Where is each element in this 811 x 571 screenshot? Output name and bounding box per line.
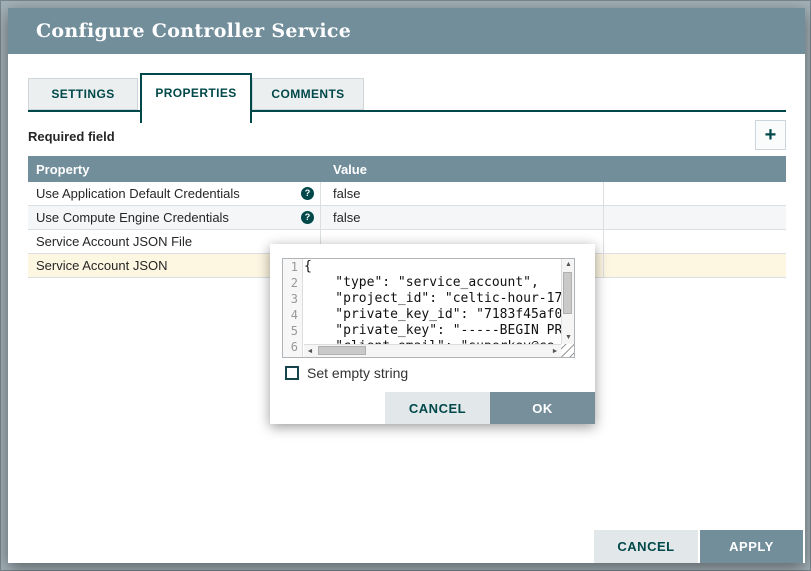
column-header-value: Value [333,161,367,177]
line-number: 1 [290,260,298,274]
property-value: false [333,186,361,201]
cancel-button[interactable]: CANCEL [594,530,698,563]
property-name: Service Account JSON File [36,234,193,249]
dialog-header: Configure Controller Service [8,8,805,54]
horizontal-scrollbar[interactable]: ◄ ► [304,344,561,357]
help-icon[interactable]: ? [301,211,314,224]
add-property-button[interactable]: + [755,120,786,150]
set-empty-string-label: Set empty string [307,365,409,381]
line-number: 4 [290,308,298,322]
property-table-header: Property Value [28,156,786,182]
scroll-left-icon[interactable]: ◄ [304,345,316,358]
row-filler [604,230,786,253]
value-cell[interactable]: false [321,182,604,205]
screen-background: { "colors": { "accent": "#004849", "slat… [0,0,811,571]
row-filler [604,254,786,277]
plus-icon: + [764,124,777,146]
scroll-down-icon[interactable]: ▼ [562,332,575,344]
line-number: 7 [283,355,302,357]
code-line: "private_key": "-----BEGIN PR [304,323,561,338]
code-line: "type": "service_account", [304,275,539,290]
vertical-scrollbar-thumb[interactable] [563,272,572,314]
line-number-gutter: 1 2 3 4 5 6 7 [283,259,303,357]
row-filler [604,182,786,205]
line-number: 5 [290,324,298,338]
editor-ok-button[interactable]: OK [490,392,595,424]
line-number: 3 [290,292,298,306]
code-line: "private_key_id": "7183f45af0 [304,307,561,322]
apply-button[interactable]: APPLY [700,530,803,563]
json-code-editor[interactable]: { "type": "service_account", "project_id… [304,259,561,344]
vertical-scrollbar[interactable]: ▲ ▼ [561,259,574,344]
set-empty-string-row: Set empty string [285,365,408,381]
scroll-right-icon[interactable]: ► [549,345,561,358]
value-cell[interactable]: false [321,206,604,229]
property-name: Use Application Default Credentials [36,186,240,201]
set-empty-string-checkbox[interactable] [285,366,299,380]
column-header-property: Property [36,161,90,177]
line-number: 2 [290,276,298,290]
property-name: Service Account JSON [36,258,168,273]
tab-properties-label: PROPERTIES [155,86,237,100]
line-number: 6 [290,340,298,354]
tab-comments-label: COMMENTS [271,87,345,101]
property-value: false [333,210,361,225]
property-cell: Use Application Default Credentials ? [28,182,321,205]
tab-settings-label: SETTINGS [51,87,115,101]
property-cell: Use Compute Engine Credentials ? [28,206,321,229]
row-filler [604,206,786,229]
tab-comments[interactable]: COMMENTS [252,78,364,110]
editor-cancel-button[interactable]: CANCEL [385,392,490,424]
dialog-title: Configure Controller Service [36,20,352,42]
table-row-use-compute-engine-credentials[interactable]: Use Compute Engine Credentials ? false [28,206,786,230]
json-value-editor: 1 2 3 4 5 6 7 { "type": "service_account… [282,258,575,358]
resize-grip[interactable] [561,344,574,357]
help-icon[interactable]: ? [301,187,314,200]
table-row-use-application-default-credentials[interactable]: Use Application Default Credentials ? fa… [28,182,786,206]
tab-settings[interactable]: SETTINGS [28,78,138,110]
value-editor-popup: 1 2 3 4 5 6 7 { "type": "service_account… [270,244,595,424]
code-line: "project_id": "celtic-hour-17 [304,291,561,306]
property-name: Use Compute Engine Credentials [36,210,229,225]
horizontal-scrollbar-thumb[interactable] [318,346,366,355]
tab-properties[interactable]: PROPERTIES [140,73,252,123]
scroll-up-icon[interactable]: ▲ [562,259,575,271]
code-line: { [304,259,312,274]
required-field-label: Required field [28,129,115,144]
